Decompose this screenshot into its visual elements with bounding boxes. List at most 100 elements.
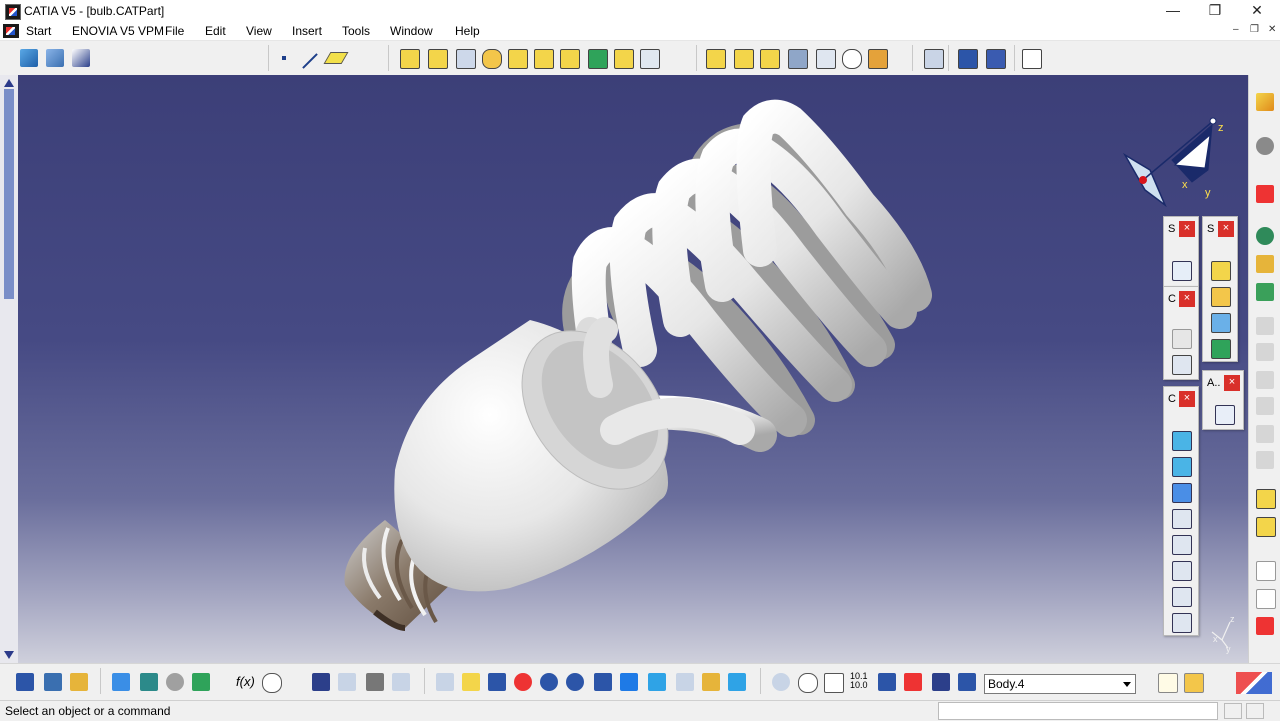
lock-icon[interactable] [366, 673, 384, 691]
palette-analysis[interactable]: A.. × [1202, 370, 1244, 430]
workbench-icon[interactable] [46, 49, 64, 67]
plane-icon[interactable] [323, 52, 349, 64]
menu-start[interactable]: Start [26, 24, 51, 38]
snap-icon[interactable] [772, 673, 790, 691]
update-icon[interactable] [140, 673, 158, 691]
palette-close-button[interactable]: × [1218, 221, 1234, 237]
menu-insert[interactable]: Insert [292, 24, 322, 38]
sketcher-icon[interactable] [1172, 261, 1192, 281]
minimize-button[interactable]: — [1150, 0, 1196, 22]
thickness-icon[interactable] [816, 49, 836, 69]
named-views-icon[interactable] [1172, 613, 1192, 633]
tool-disabled-icon[interactable] [1256, 425, 1274, 443]
globe-icon[interactable] [1256, 227, 1274, 245]
select-arrow-icon[interactable] [1256, 93, 1274, 111]
hole-icon[interactable] [508, 49, 528, 69]
menu-file[interactable]: File [165, 24, 184, 38]
mirror-icon[interactable] [958, 49, 978, 69]
shading-icon[interactable] [676, 673, 694, 691]
render-icon[interactable] [166, 673, 184, 691]
boolean-icon[interactable] [112, 673, 130, 691]
tool-disabled-icon[interactable] [1256, 317, 1274, 335]
ruler-icon[interactable] [932, 673, 950, 691]
shell-icon[interactable] [788, 49, 808, 69]
axis-system-icon[interactable] [824, 673, 844, 693]
rib-icon[interactable] [534, 49, 554, 69]
thread-icon[interactable] [842, 49, 862, 69]
draft-icon[interactable] [760, 49, 780, 69]
status-button[interactable] [1246, 703, 1264, 719]
close-window-button[interactable]: ✕ [1234, 0, 1280, 22]
menu-enovia[interactable]: ENOVIA V5 VPM [72, 24, 164, 38]
body-select[interactable]: Body.4 [984, 674, 1136, 694]
normal-view-icon[interactable] [594, 673, 612, 691]
solid-surface-icon[interactable] [1211, 313, 1231, 333]
line-icon[interactable] [302, 53, 318, 69]
doc-restore-button[interactable]: ❐ [1250, 24, 1259, 35]
translation-icon[interactable] [924, 49, 944, 69]
shaft-icon[interactable] [456, 49, 476, 69]
3d-viewport[interactable]: z x y z x y [0, 75, 1248, 663]
pan-icon[interactable] [488, 673, 506, 691]
tool-disabled-icon[interactable] [1256, 371, 1274, 389]
knowledge-icon[interactable] [1256, 283, 1274, 301]
gear-icon[interactable] [1256, 137, 1274, 155]
hierarchy-icon[interactable] [338, 673, 356, 691]
fit-in-icon[interactable] [462, 673, 480, 691]
zoom-out-icon[interactable] [566, 673, 584, 691]
pocket-icon[interactable] [428, 49, 448, 69]
dimension-icon[interactable] [878, 673, 896, 691]
front-view-icon[interactable] [1172, 457, 1192, 477]
whats-this-icon[interactable] [72, 49, 90, 67]
tool-disabled-icon[interactable] [1256, 343, 1274, 361]
menu-view[interactable]: View [246, 24, 272, 38]
new-part-icon[interactable] [20, 49, 38, 67]
hide-show-icon[interactable] [702, 673, 720, 691]
annotation-icon[interactable] [1256, 589, 1276, 609]
solid-box-icon[interactable] [1211, 261, 1231, 281]
open-folder-icon[interactable] [1184, 673, 1204, 693]
pad-icon[interactable] [400, 49, 420, 69]
pdf-icon[interactable] [1256, 185, 1274, 203]
palette-close-button[interactable]: × [1179, 221, 1195, 237]
menu-edit[interactable]: Edit [205, 24, 226, 38]
fit-all-icon[interactable] [16, 673, 34, 691]
edge-fillet-icon[interactable] [706, 49, 726, 69]
list-icon[interactable] [392, 673, 410, 691]
top-view-icon[interactable] [1172, 561, 1192, 581]
palette-views[interactable]: C × [1163, 386, 1199, 636]
chamfer-icon[interactable] [734, 49, 754, 69]
status-button[interactable] [1224, 703, 1242, 719]
scrollbar-thumb[interactable] [4, 89, 14, 299]
tool-disabled-icon[interactable] [1256, 397, 1274, 415]
maximize-button[interactable]: ❐ [1192, 0, 1238, 22]
stack-icon[interactable] [1256, 517, 1276, 537]
palette-constraints[interactable]: C × [1163, 286, 1199, 380]
point-icon[interactable] [282, 56, 286, 60]
catalog-icon[interactable] [1256, 255, 1274, 273]
chevron-down-icon[interactable] [1119, 675, 1135, 693]
body-icon[interactable] [958, 673, 976, 691]
grab-icon[interactable] [798, 673, 818, 693]
solid-volume-icon[interactable] [1211, 339, 1231, 359]
menu-window[interactable]: Window [390, 24, 433, 38]
new-file-icon[interactable] [1158, 673, 1178, 693]
layers-icon[interactable] [1256, 489, 1276, 509]
doc-close-button[interactable]: ✕ [1268, 24, 1276, 35]
compass[interactable]: z x y [1122, 117, 1224, 208]
doc-minimize-button[interactable]: – [1233, 24, 1239, 35]
menu-help[interactable]: Help [455, 24, 480, 38]
back-view-icon[interactable] [1172, 483, 1192, 503]
scroll-down-icon[interactable] [4, 651, 14, 659]
instantiate-icon[interactable] [70, 673, 88, 691]
left-view-icon[interactable] [1172, 509, 1192, 529]
constraint-delete-icon[interactable] [904, 673, 922, 691]
measure-icon[interactable] [1022, 49, 1042, 69]
fly-mode-icon[interactable] [436, 673, 454, 691]
catalog-browser-icon[interactable] [44, 673, 62, 691]
palette-sketch[interactable]: S × [1163, 216, 1199, 288]
rotate-icon[interactable] [514, 673, 532, 691]
tool-disabled-icon[interactable] [1256, 451, 1274, 469]
bottom-view-icon[interactable] [1172, 587, 1192, 607]
slot-icon[interactable] [560, 49, 580, 69]
